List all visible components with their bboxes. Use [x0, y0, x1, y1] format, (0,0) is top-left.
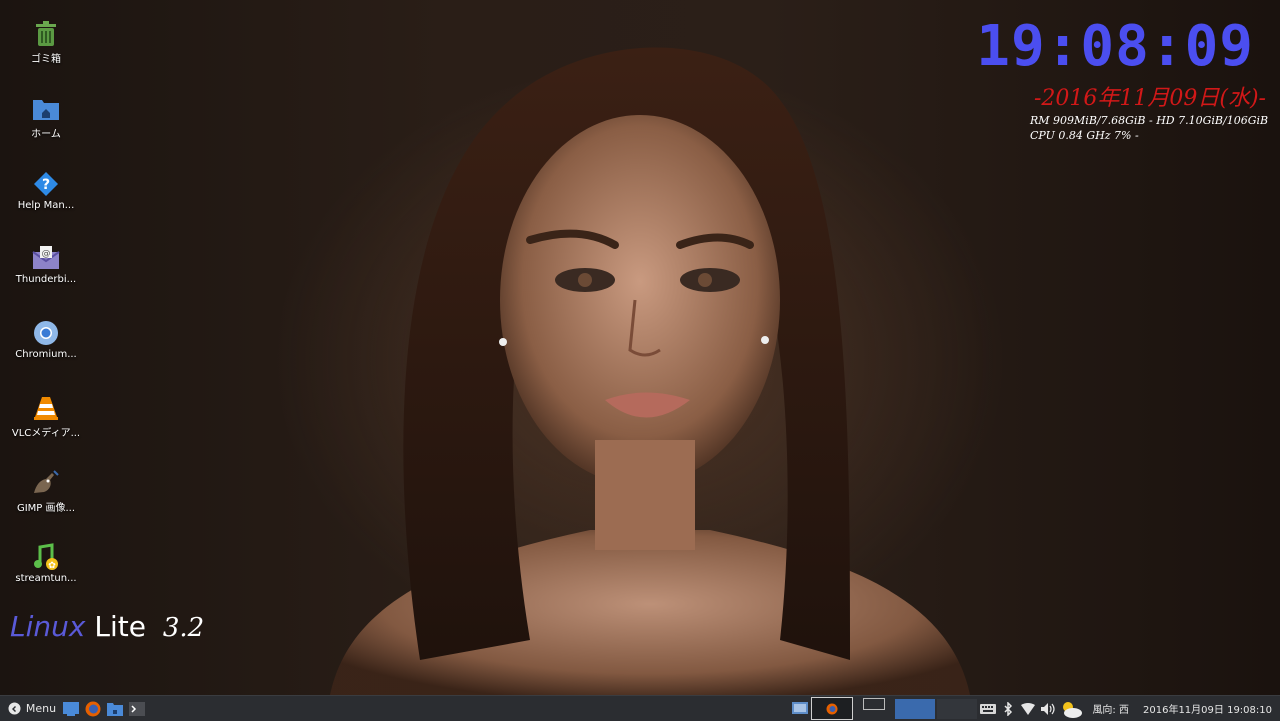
- trash-icon: [32, 20, 60, 48]
- brand-word-lite: Lite: [94, 610, 146, 643]
- desktop-icon-label: ホーム: [31, 129, 61, 140]
- taskbar: Menu 風向: 西 2016年11月09日 19:08:10: [0, 695, 1280, 721]
- folder-icon: [107, 702, 123, 716]
- music-icon: ✿: [32, 543, 60, 571]
- desktop-icon-chromium[interactable]: Chromium...: [0, 313, 92, 383]
- desktop-icon-label: Chromium...: [15, 349, 77, 360]
- workspace-1[interactable]: [863, 698, 886, 710]
- desktop-icon-label: Help Man...: [17, 200, 75, 211]
- wind-direction-label: 風向: 西: [1092, 705, 1129, 716]
- desktop-icon-label: VLCメディア...: [11, 428, 81, 439]
- desktop-icon-label: GIMP 画像...: [16, 503, 76, 514]
- taskbar-clock[interactable]: 2016年11月09日 19:08:10: [1143, 696, 1272, 721]
- terminal-launcher[interactable]: [126, 696, 148, 721]
- desktop-icon-label: Thunderbi...: [15, 274, 77, 285]
- firefox-launcher[interactable]: [82, 696, 104, 721]
- firefox-icon: [85, 701, 101, 716]
- desktop-icon-streamtuner[interactable]: ✿ streamtun...: [0, 537, 92, 607]
- desktop-icon-home[interactable]: ホーム: [0, 89, 92, 159]
- weather-indicator[interactable]: [1058, 696, 1084, 721]
- desktop-icon-help[interactable]: ? Help Man...: [0, 164, 92, 234]
- keyboard-indicator[interactable]: [978, 696, 998, 721]
- svg-text:@: @: [42, 249, 51, 259]
- desktop-icon-gimp[interactable]: GIMP 画像...: [0, 463, 92, 533]
- partly-cloudy-icon: [1063, 701, 1083, 718]
- workspace-3[interactable]: [937, 698, 978, 719]
- terminal-icon: [129, 701, 145, 716]
- menu-label: Menu: [25, 702, 57, 715]
- keyboard-icon: [980, 703, 997, 714]
- brand-version: 3.2: [162, 613, 205, 643]
- conky-stats: RM 909MiB/7.68GiB - HD 7.10GiB/106GiB CP…: [1030, 113, 1268, 143]
- help-icon: ?: [32, 170, 60, 198]
- conky-clock: 19:08:09: [976, 14, 1254, 79]
- conky-stats-memory-disk: RM 909MiB/7.68GiB - HD 7.10GiB/106GiB: [1030, 114, 1269, 127]
- taskbar-window-firefox[interactable]: [811, 697, 854, 720]
- firefox-icon: [826, 703, 838, 714]
- menu-button[interactable]: Menu: [0, 696, 60, 721]
- volume-indicator[interactable]: [1038, 696, 1058, 721]
- brand-word-linux: Linux: [10, 610, 86, 643]
- gimp-icon: [32, 469, 60, 497]
- workspace-2-active[interactable]: [895, 698, 936, 719]
- desktop-icon-label: ゴミ箱: [31, 54, 61, 65]
- workspace-switcher[interactable]: [854, 696, 894, 721]
- conky-stats-cpu: CPU 0.84 GHz 7% -: [1030, 129, 1139, 142]
- system-tray-area: 風向: 西 2016年11月09日 19:08:10: [790, 696, 1280, 721]
- desktop-icon-trash[interactable]: ゴミ箱: [0, 14, 92, 84]
- conky-date: -2016年11月09日(水)-: [1033, 86, 1266, 111]
- desktop-icon-vlc[interactable]: VLCメディア...: [0, 388, 92, 458]
- svg-text:✿: ✿: [48, 561, 56, 571]
- show-desktop-launcher[interactable]: [60, 696, 82, 721]
- linux-lite-branding: Linux Lite 3.2: [10, 610, 204, 643]
- file-manager-launcher[interactable]: [104, 696, 126, 721]
- desktop-icon: [63, 701, 79, 716]
- network-indicator[interactable]: [1018, 696, 1038, 721]
- menu-icon: [8, 702, 21, 715]
- wifi-icon: [1021, 702, 1036, 715]
- bluetooth-icon: [1004, 701, 1013, 716]
- desktop-icon-thunderbird[interactable]: @ Thunderbi...: [0, 238, 92, 308]
- desktop-icon-label: streamtun...: [15, 573, 77, 584]
- home-folder-icon: [32, 95, 60, 123]
- chromium-icon: [32, 319, 60, 347]
- show-desktop-button[interactable]: [790, 696, 810, 721]
- vlc-icon: [32, 394, 60, 422]
- volume-icon: [1041, 702, 1056, 715]
- svg-text:?: ?: [42, 177, 50, 193]
- wallpaper-portrait: [330, 47, 970, 695]
- bluetooth-indicator[interactable]: [998, 696, 1018, 721]
- mail-icon: @: [32, 244, 60, 272]
- show-desktop-icon: [792, 701, 809, 714]
